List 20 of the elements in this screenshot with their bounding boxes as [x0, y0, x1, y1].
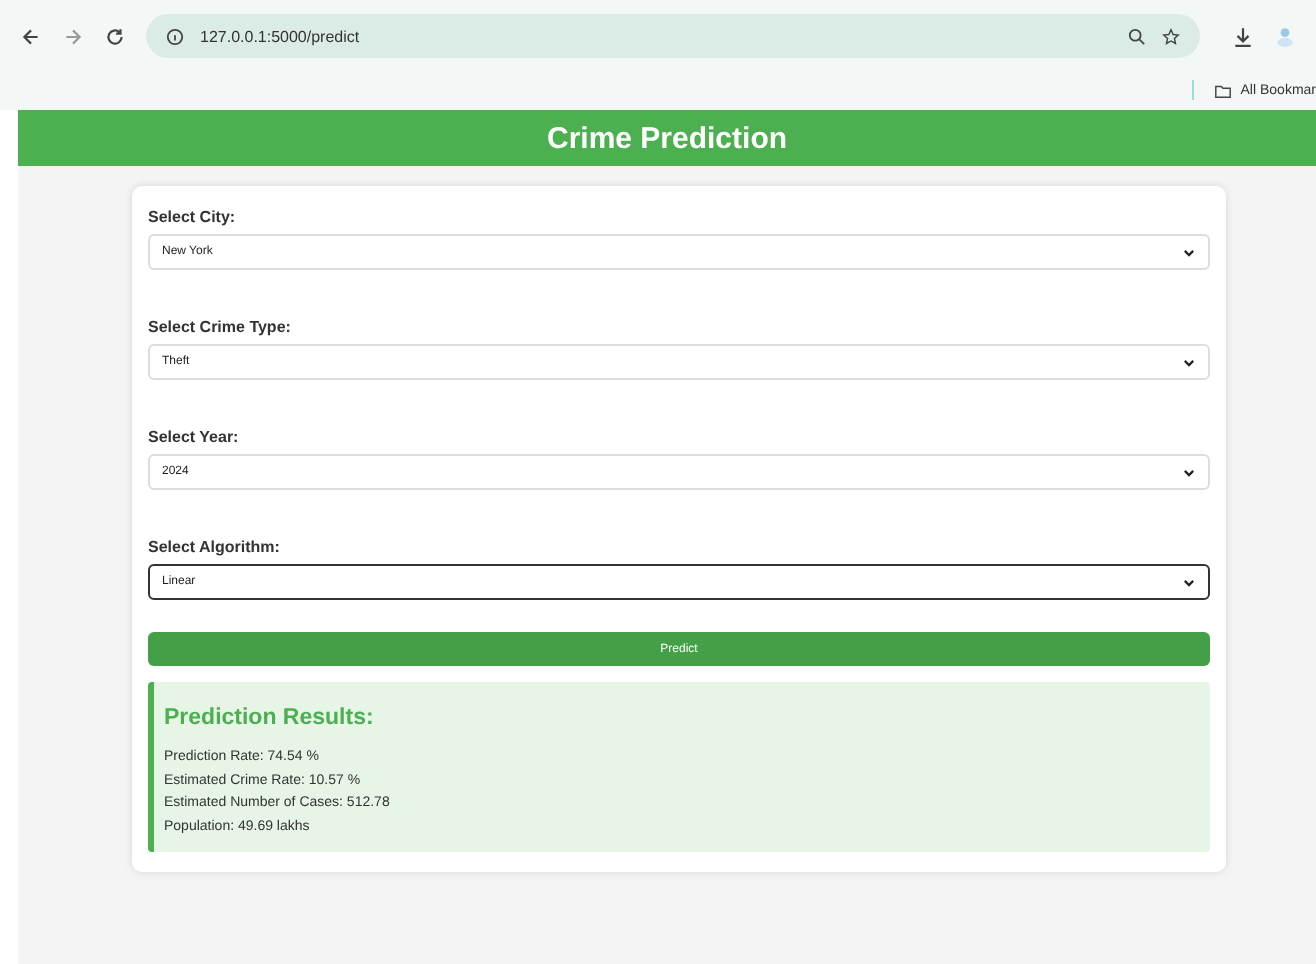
chevron-down-icon [1182, 355, 1196, 369]
forward-icon[interactable] [62, 25, 84, 47]
results-title: Prediction Results: [164, 706, 376, 730]
address-bar[interactable]: 127.0.0.1:5000/predict [146, 14, 1200, 58]
field-label: Select City: [148, 208, 238, 226]
zoom-icon[interactable] [1128, 27, 1146, 45]
chevron-down-icon [1182, 245, 1196, 259]
download-icon[interactable] [1232, 25, 1254, 47]
back-icon[interactable] [20, 25, 42, 47]
field-label: Select Year: [148, 428, 241, 446]
reload-icon[interactable] [104, 25, 126, 47]
page-title: Crime Prediction [546, 121, 788, 155]
folder-icon[interactable] [1214, 81, 1233, 99]
field-label: Select Algorithm: [148, 538, 282, 556]
star-icon[interactable] [1162, 27, 1180, 45]
chevron-down-icon [1182, 465, 1196, 479]
field-label: Select Crime Type: [148, 318, 293, 336]
url-text: 127.0.0.1:5000/predict [200, 27, 360, 45]
chevron-down-icon [1182, 575, 1196, 589]
info-icon[interactable] [166, 27, 184, 45]
